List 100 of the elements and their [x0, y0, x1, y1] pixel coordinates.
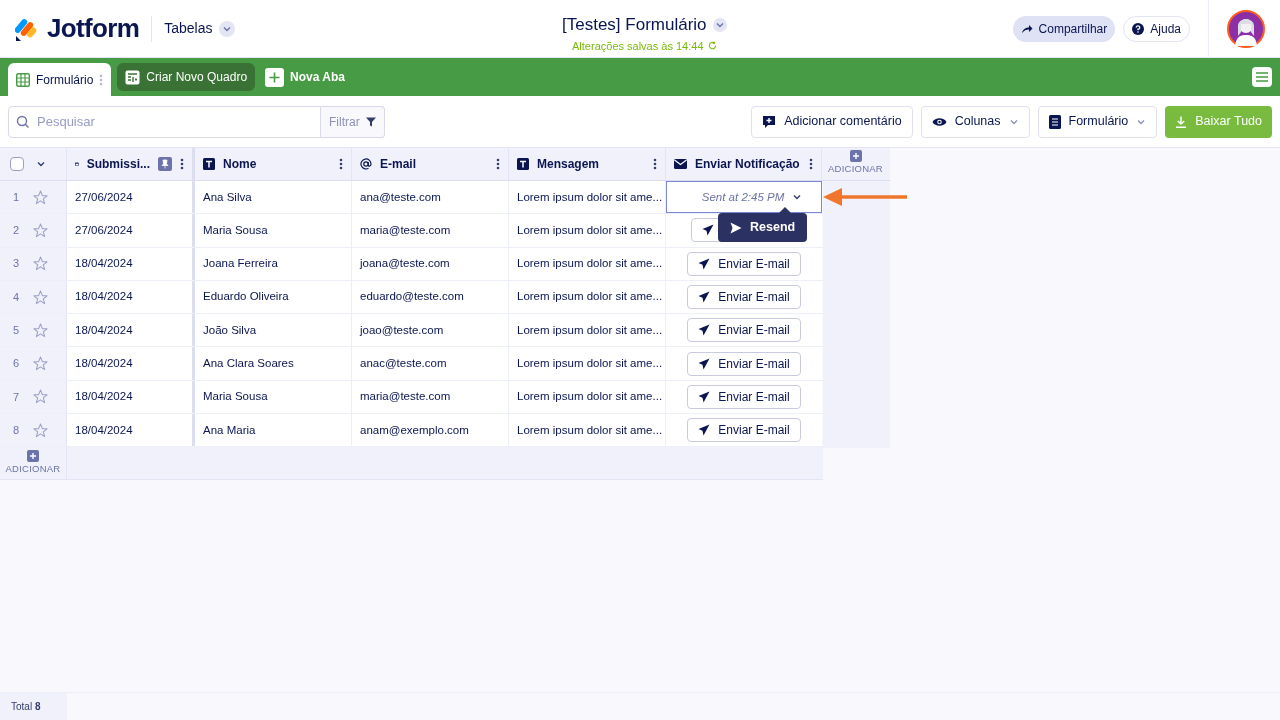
menu-icon [1256, 72, 1268, 82]
table-cell: 18/04/2024 [67, 314, 195, 347]
column-header[interactable]: Nome [195, 148, 352, 180]
select-all-checkbox[interactable] [10, 157, 24, 171]
paper-plane-icon [698, 390, 711, 403]
column-header[interactable]: E-mail [352, 148, 509, 180]
table-cell: Lorem ipsum dolor sit ame... [509, 414, 666, 447]
paper-plane-icon [698, 424, 711, 437]
tab[interactable]: Formulário [8, 63, 112, 96]
share-button[interactable]: Compartilhar [1012, 15, 1116, 42]
add-comment-button[interactable]: Adicionar comentário [751, 105, 913, 138]
plus-icon [27, 450, 39, 463]
table-cell: 27/06/2024 [67, 181, 195, 214]
table-cell: Lorem ipsum dolor sit ame... [509, 347, 666, 380]
plus-icon [849, 150, 862, 162]
refresh-icon [707, 41, 717, 51]
comment-icon [762, 114, 777, 129]
send-email-button[interactable]: Enviar E-mail [687, 384, 801, 409]
paper-plane-icon [698, 291, 711, 304]
form-button[interactable]: Formulário [1037, 105, 1158, 138]
more-icon [809, 158, 813, 170]
add-row-button[interactable]: ADICIONAR [0, 447, 67, 480]
row-number: 2 [13, 223, 21, 239]
table-cell: joana@teste.com [352, 247, 509, 280]
search-field[interactable]: Pesquisar [8, 105, 321, 138]
menu-button[interactable] [1252, 67, 1272, 87]
table-cell: Lorem ipsum dolor sit ame... [509, 247, 666, 280]
table-cell: 18/04/2024 [67, 347, 195, 380]
table-cell: 18/04/2024 [67, 247, 195, 280]
table-cell: Maria Sousa [195, 380, 352, 414]
table-cell: Ana Silva [195, 181, 352, 214]
table-cell: Lorem ipsum dolor sit ame... [509, 314, 666, 347]
row-number: 5 [13, 323, 21, 339]
help-button[interactable]: Ajuda [1123, 15, 1190, 42]
paper-plane-icon [698, 257, 711, 270]
table-cell: Lorem ipsum dolor sit ame... [509, 181, 666, 214]
logo-text: Jotform [47, 12, 140, 45]
user-avatar[interactable] [1227, 10, 1265, 48]
filter-icon [365, 116, 376, 127]
table-cell: Ana Maria [195, 414, 352, 447]
star-icon [33, 356, 48, 372]
send-email-button[interactable]: Enviar E-mail [687, 251, 801, 276]
columns-button[interactable]: Colunas [920, 105, 1030, 138]
table-cell: 18/04/2024 [67, 280, 195, 314]
grid-icon [16, 72, 30, 87]
more-icon [180, 158, 184, 170]
table-cell: Ana Clara Soares [195, 347, 352, 380]
star-icon [33, 256, 48, 272]
more-icon [653, 158, 657, 170]
table-cell: Joana Ferreira [195, 247, 352, 280]
star-icon [33, 189, 48, 205]
more-icon [99, 73, 104, 86]
send-email-button[interactable]: Enviar E-mail [687, 285, 801, 310]
paper-plane-icon [698, 324, 711, 337]
eye-icon [931, 116, 947, 127]
text-icon [517, 158, 529, 170]
send-email-button[interactable]: Enviar E-mail [687, 351, 801, 376]
at-icon [360, 158, 372, 170]
paper-plane-icon [702, 224, 714, 237]
table-cell: Lorem ipsum dolor sit ame... [509, 280, 666, 314]
send-email-button[interactable]: Enviar E-mail [687, 418, 801, 443]
app-menu[interactable]: Tabelas [164, 18, 235, 39]
help-icon [1132, 22, 1145, 35]
star-icon [33, 422, 48, 438]
row-number: 1 [13, 189, 21, 205]
table-cell: Eduardo Oliveira [195, 280, 352, 314]
title-menu-button[interactable] [712, 17, 727, 32]
row-number: 6 [13, 356, 21, 372]
tooltip-pointer-icon [779, 207, 792, 213]
column-header[interactable]: Mensagem [509, 148, 666, 180]
send-email-button[interactable]: Enviar E-mail [687, 318, 801, 343]
paper-plane-icon [698, 357, 711, 370]
table-cell: 18/04/2024 [67, 380, 195, 414]
star-icon [33, 389, 48, 405]
caret-icon [36, 159, 46, 169]
envelope-icon [674, 159, 687, 169]
document-icon [1048, 114, 1061, 129]
more-icon [339, 158, 343, 170]
table-cell: Maria Sousa [195, 214, 352, 247]
table-cell: anac@teste.com [352, 347, 509, 380]
table-cell: ana@teste.com [352, 181, 509, 214]
row-number: 7 [13, 389, 21, 405]
table-cell: maria@teste.com [352, 214, 509, 247]
share-icon [1020, 22, 1033, 35]
download-icon [1175, 115, 1188, 128]
text-icon [203, 158, 215, 170]
star-icon [33, 322, 48, 338]
table-cell: João Silva [195, 314, 352, 347]
star-icon [33, 289, 48, 305]
table-cell: eduardo@teste.com [352, 280, 509, 314]
table-cell: Lorem ipsum dolor sit ame... [509, 380, 666, 414]
row-number: 4 [13, 289, 21, 305]
total-count: Total 8 [11, 700, 41, 714]
tab[interactable]: Criar Novo Quadro [117, 63, 256, 91]
sent-status-dropdown[interactable]: Sent at 2:45 PM [701, 188, 803, 206]
send-icon [730, 221, 742, 234]
form-title: [Testes] Formulário [562, 14, 707, 36]
row-number: 8 [13, 422, 21, 438]
table-cell: Lorem ipsum dolor sit ame... [509, 214, 666, 247]
plus-icon [265, 67, 285, 87]
